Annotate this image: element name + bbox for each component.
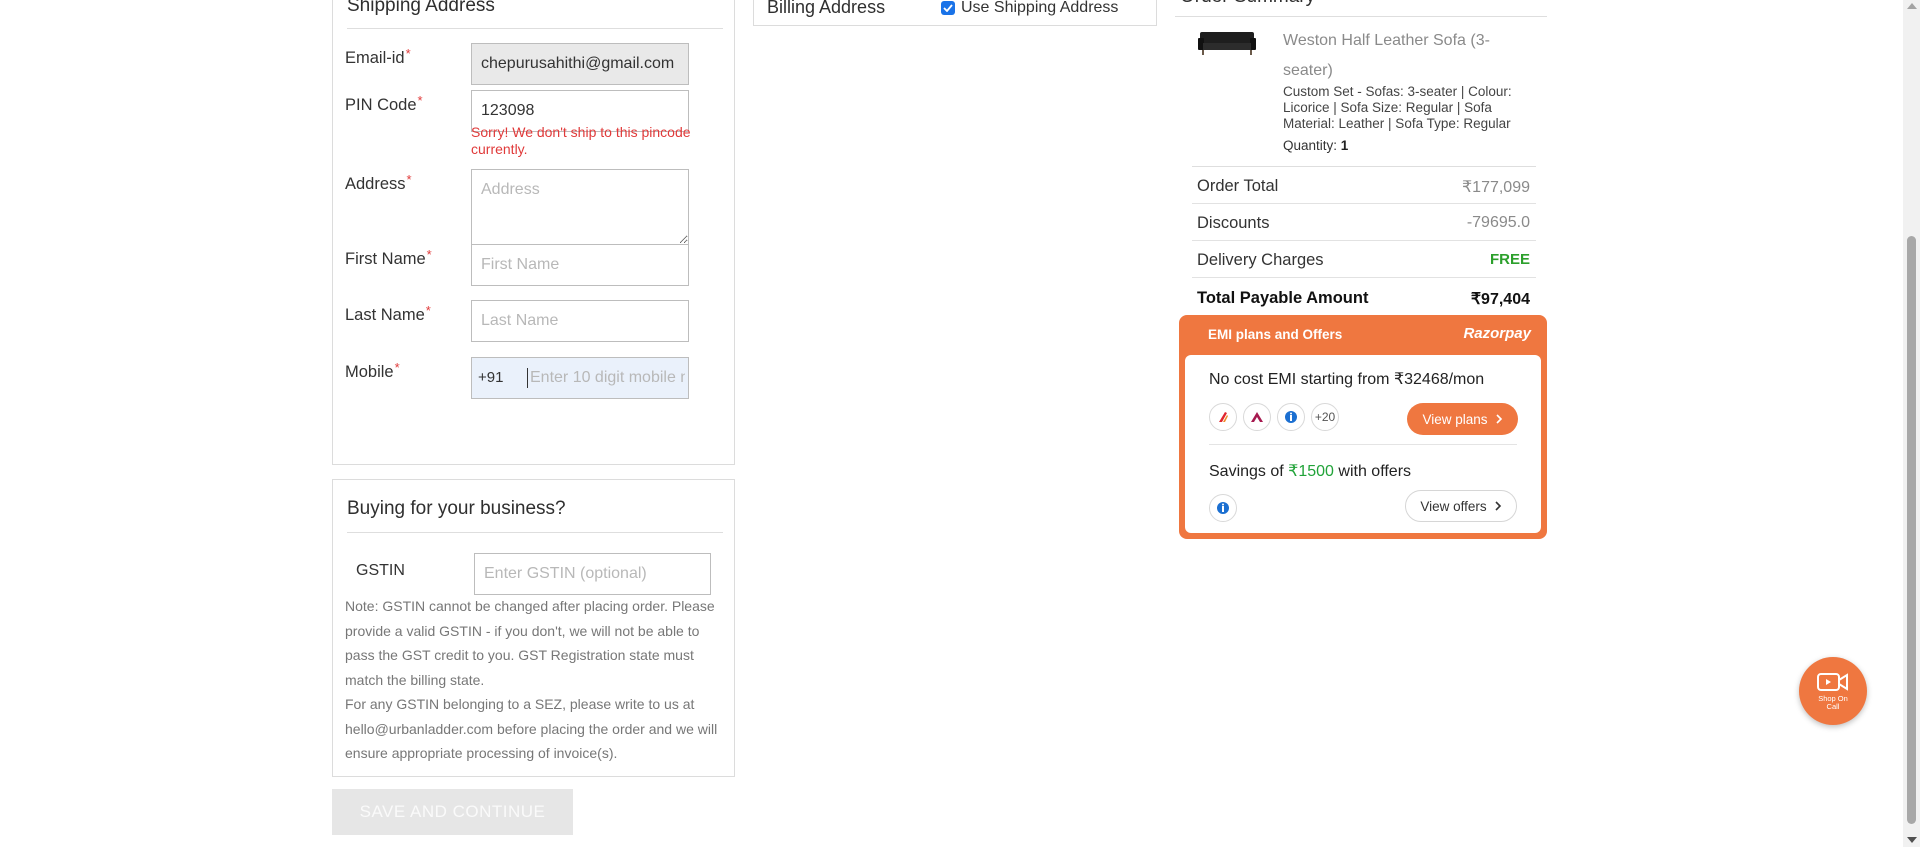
- chevron-right-icon: [1495, 501, 1501, 511]
- mobile-input[interactable]: [528, 359, 687, 397]
- first-name-field[interactable]: [471, 244, 689, 286]
- view-offers-button[interactable]: View offers: [1405, 490, 1517, 522]
- emi-offers-widget: EMI plans and Offers Razorpay No cost EM…: [1179, 315, 1547, 539]
- shop-on-call-label: Shop On Call: [1818, 694, 1848, 711]
- product-attributes: Custom Set - Sofas: 3-seater | Colour: L…: [1283, 84, 1512, 131]
- business-title: Buying for your business?: [347, 498, 566, 519]
- gstin-sez-note-text: For any GSTIN belonging to a SEZ, please…: [345, 696, 718, 761]
- bank-icon-axis: [1243, 403, 1271, 431]
- view-offers-label: View offers: [1420, 498, 1487, 514]
- razorpay-logo: Razorpay: [1463, 325, 1531, 342]
- first-name-label: First Name*: [345, 247, 432, 268]
- pin-code-label: PIN Code*: [345, 93, 423, 114]
- emi-header: EMI plans and Offers: [1208, 327, 1343, 342]
- mobile-label: Mobile*: [345, 360, 400, 381]
- total-payable-row: Total Payable Amount ₹97,404: [1192, 279, 1536, 316]
- delivery-charges-row: Delivery Charges FREE: [1192, 241, 1536, 278]
- more-banks-count: +20: [1311, 403, 1339, 431]
- bank-icon-blue: [1277, 403, 1305, 431]
- country-code: +91: [478, 369, 504, 386]
- no-cost-emi-text: No cost EMI starting from ₹32468/mon: [1209, 371, 1485, 388]
- order-total-label: Order Total: [1197, 177, 1279, 195]
- email-field[interactable]: [471, 43, 689, 85]
- pin-code-error: Sorry! We don't ship to this pincode cur…: [471, 124, 691, 157]
- mobile-field[interactable]: +91: [471, 357, 689, 399]
- total-payable-value: ₹97,404: [1470, 291, 1530, 308]
- scroll-up-arrow[interactable]: [1907, 3, 1917, 9]
- sofa-thumbnail: [1198, 32, 1256, 55]
- bank-icon-blue: [1209, 494, 1237, 522]
- view-plans-label: View plans: [1422, 411, 1488, 427]
- last-name-label: Last Name*: [345, 303, 431, 324]
- shop-on-call-button[interactable]: Shop On Call: [1799, 657, 1867, 725]
- delivery-charges-value: FREE: [1489, 251, 1530, 268]
- discounts-row: Discounts -79695.0: [1192, 204, 1536, 241]
- video-call-icon: [1817, 673, 1848, 691]
- view-plans-button[interactable]: View plans: [1407, 403, 1518, 435]
- shipping-address-panel: Shipping Address Email-id* PIN Code* Sor…: [332, 0, 735, 465]
- save-and-continue-button[interactable]: SAVE AND CONTINUE: [332, 789, 573, 835]
- order-summary-title: Order Summary: [1180, 0, 1315, 8]
- emi-bank-icons: +20: [1209, 403, 1339, 431]
- divider: [347, 28, 723, 29]
- gstin-note-text: Note: GSTIN cannot be changed after plac…: [345, 598, 715, 688]
- use-shipping-address-option[interactable]: Use Shipping Address: [941, 0, 1118, 17]
- product-name[interactable]: Weston Half Leather Sofa (3-seater): [1283, 26, 1513, 86]
- billing-address-panel: Billing Address Use Shipping Address: [753, 0, 1157, 26]
- discounts-label: Discounts: [1197, 214, 1270, 232]
- address-field[interactable]: [471, 169, 689, 245]
- business-gstin-panel: Buying for your business? GSTIN Note: GS…: [332, 479, 735, 777]
- bank-icon-red: [1209, 403, 1237, 431]
- emi-content: No cost EMI starting from ₹32468/mon +20…: [1185, 355, 1541, 533]
- savings-text: Savings of ₹1500 with offers: [1209, 463, 1412, 480]
- gstin-note: Note: GSTIN cannot be changed after plac…: [345, 594, 721, 766]
- total-payable-label: Total Payable Amount: [1197, 289, 1369, 307]
- use-shipping-address-label: Use Shipping Address: [961, 0, 1119, 16]
- scroll-thumb[interactable]: [1907, 236, 1916, 824]
- scroll-down-arrow[interactable]: [1907, 837, 1917, 843]
- divider: [1175, 16, 1547, 17]
- billing-title: Billing Address: [767, 0, 886, 17]
- divider: [1209, 444, 1517, 445]
- shipping-title: Shipping Address: [347, 0, 495, 16]
- order-total-value: ₹177,099: [1461, 179, 1530, 196]
- product-quantity: Quantity: 1: [1283, 138, 1349, 153]
- vertical-scrollbar[interactable]: [1903, 0, 1920, 847]
- chevron-right-icon: [1495, 414, 1502, 424]
- gstin-label: GSTIN: [356, 562, 405, 579]
- address-label: Address*: [345, 172, 412, 193]
- discounts-value: -79695.0: [1466, 214, 1530, 231]
- divider: [347, 532, 723, 533]
- delivery-charges-label: Delivery Charges: [1197, 251, 1324, 269]
- last-name-field[interactable]: [471, 300, 689, 342]
- gstin-input[interactable]: [474, 553, 711, 595]
- email-label: Email-id*: [345, 46, 411, 67]
- order-total-row: Order Total ₹177,099: [1192, 167, 1536, 204]
- checkbox-checked-icon[interactable]: [941, 1, 955, 15]
